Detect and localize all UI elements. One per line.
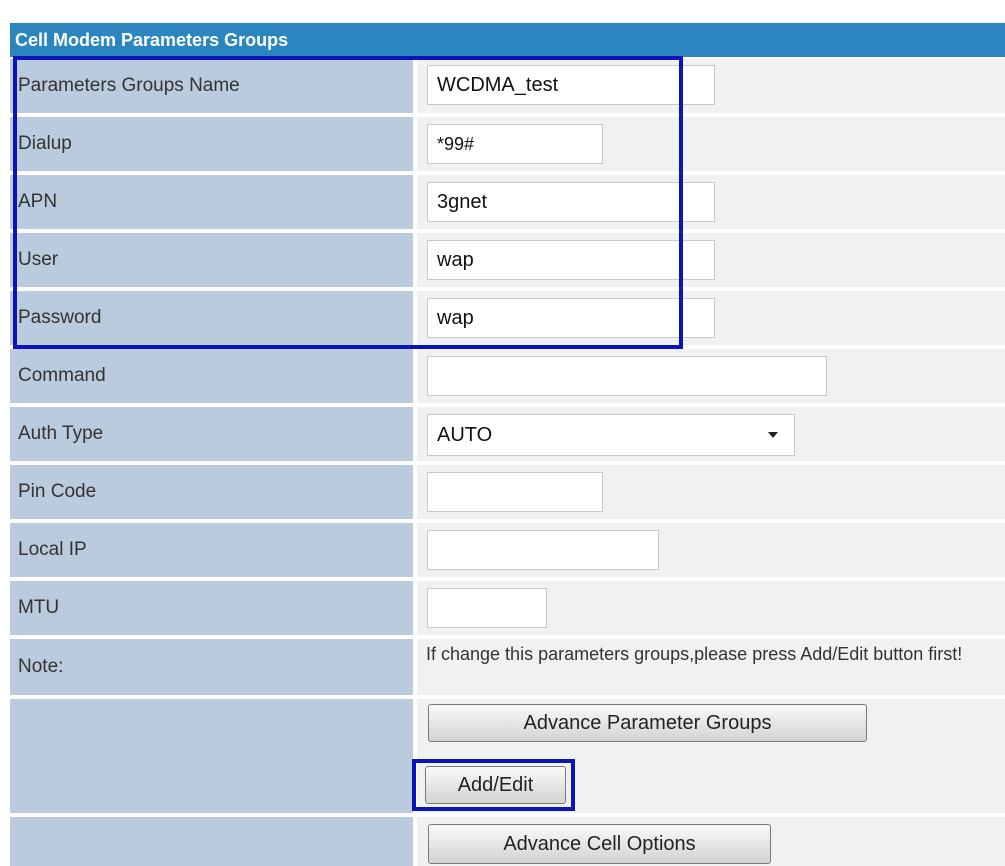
mtu-label: MTU [10, 581, 413, 635]
cell-modem-page: Cell Modem Parameters Groups Parameters … [0, 0, 1005, 866]
auth-type-selected-value: AUTO [437, 423, 493, 446]
dialup-input[interactable] [427, 124, 603, 164]
group-name-label: Parameters Groups Name [10, 59, 413, 113]
dropdown-arrow-icon [768, 432, 778, 438]
pin-code-label: Pin Code [10, 465, 413, 519]
advance-cell-options-button[interactable]: Advance Cell Options [428, 824, 771, 864]
apn-label: APN [10, 175, 413, 229]
auth-type-select[interactable]: AUTO [427, 414, 795, 456]
command-label: Command [10, 349, 413, 403]
user-input[interactable] [427, 240, 715, 280]
user-label: User [10, 233, 413, 287]
pin-code-input[interactable] [427, 472, 603, 512]
apn-input[interactable] [427, 182, 715, 222]
cell-options-label-cell [10, 817, 413, 866]
auth-type-label: Auth Type [10, 407, 413, 461]
advance-parameter-groups-button[interactable]: Advance Parameter Groups [428, 704, 867, 742]
dialup-label: Dialup [10, 117, 413, 171]
command-input[interactable] [427, 356, 827, 396]
password-input[interactable] [427, 298, 715, 338]
section-header: Cell Modem Parameters Groups [10, 23, 1005, 57]
note-label: Note: [10, 639, 413, 695]
mtu-input[interactable] [427, 588, 547, 628]
local-ip-label: Local IP [10, 523, 413, 577]
buttons-label-cell [10, 699, 413, 813]
password-label: Password [10, 291, 413, 345]
add-edit-button[interactable]: Add/Edit [425, 766, 566, 804]
group-name-input[interactable] [427, 65, 715, 105]
local-ip-input[interactable] [427, 530, 659, 570]
note-text: If change this parameters groups,please … [426, 644, 963, 664]
